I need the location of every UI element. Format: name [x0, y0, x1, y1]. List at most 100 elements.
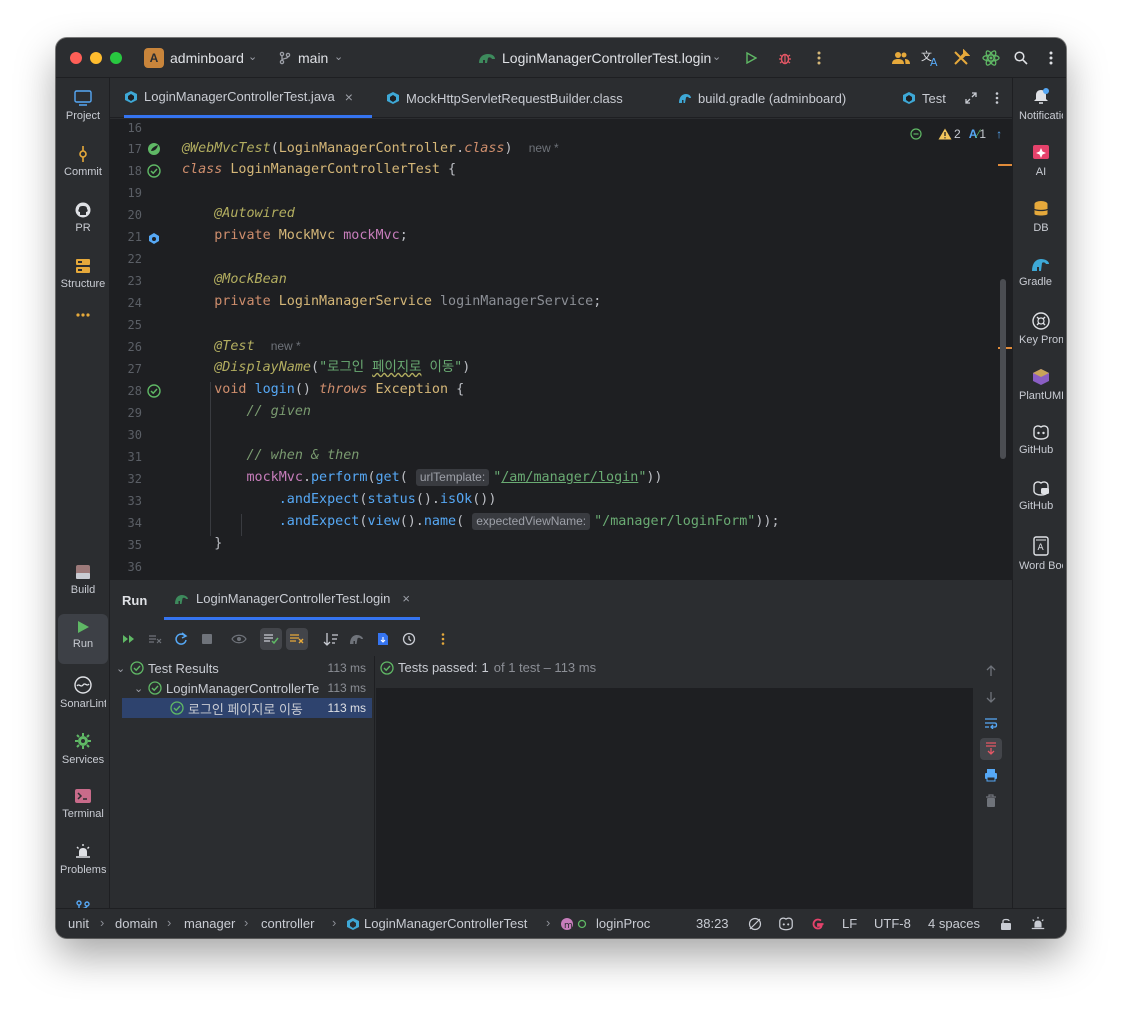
- run-config-selector[interactable]: LoginManagerControllerTest.login: [502, 50, 711, 66]
- sort-icon[interactable]: [320, 628, 342, 650]
- console-output[interactable]: [376, 688, 973, 909]
- test-passed-icon[interactable]: [147, 384, 161, 398]
- tab-mock-http-servlet-request-builder[interactable]: MockHttpServletRequestBuilder.class: [386, 78, 636, 118]
- tool-plantuml[interactable]: PlantUML: [1015, 362, 1066, 412]
- eye-icon[interactable]: [228, 628, 250, 650]
- atom-icon[interactable]: [980, 47, 1002, 69]
- tab-options-icon[interactable]: [986, 87, 1008, 109]
- show-passed-icon[interactable]: [260, 628, 282, 650]
- history-icon[interactable]: [398, 628, 420, 650]
- soft-wrap-icon[interactable]: [980, 712, 1002, 734]
- run-config-tab[interactable]: LoginManagerControllerTest.login ×: [164, 580, 420, 620]
- tool-pr[interactable]: PR: [58, 196, 108, 246]
- spring-bean-icon[interactable]: [147, 142, 161, 156]
- stop-icon[interactable]: [196, 628, 218, 650]
- project-badge[interactable]: A: [144, 48, 164, 68]
- tools-icon[interactable]: [950, 47, 972, 69]
- tool-build[interactable]: Build: [58, 558, 108, 608]
- tree-item-test-method[interactable]: 로그인 페이지로 이동 113 ms: [122, 698, 372, 718]
- line-number: 23: [127, 274, 142, 288]
- breadcrumb-method[interactable]: loginProc: [596, 916, 650, 931]
- tab-test[interactable]: Test: [902, 78, 946, 118]
- breadcrumb-controller[interactable]: controller: [261, 916, 314, 931]
- tool-problems[interactable]: Problems: [58, 838, 108, 888]
- up-arrow-icon[interactable]: [980, 660, 1002, 682]
- code-line-28: void login() throws Exception {: [214, 382, 465, 397]
- test-passed-icon[interactable]: [147, 164, 161, 178]
- prev-highlight-icon[interactable]: ↑: [996, 127, 1002, 141]
- tool-key-promoter[interactable]: Key Promoter: [1015, 306, 1066, 356]
- run-icon[interactable]: [740, 47, 762, 69]
- line-gutter: 16 17 18 19 20 21 22 23 24 25 26 27 28 2…: [110, 119, 180, 579]
- export-results-icon[interactable]: [372, 628, 394, 650]
- close-window-button[interactable]: [70, 52, 82, 64]
- tool-github-copilot-chat[interactable]: GitHub: [1015, 474, 1066, 524]
- chevron-down-icon: ⌄: [248, 51, 258, 63]
- inspection-widget[interactable]: 2 A⁄ 1 ↑ ↓: [910, 125, 1012, 143]
- tab-login-manager-controller-test[interactable]: LoginManagerControllerTest.java ×: [124, 78, 372, 118]
- tool-word-book[interactable]: A Word Book: [1015, 530, 1066, 590]
- rerun-icon[interactable]: [170, 628, 192, 650]
- tool-structure[interactable]: Structure: [58, 252, 108, 302]
- breadcrumb-class[interactable]: LoginManagerControllerTest: [364, 916, 527, 931]
- tool-terminal[interactable]: Terminal: [58, 782, 108, 832]
- tool-run[interactable]: Run: [58, 614, 108, 664]
- tree-item-test-class[interactable]: ⌄ LoginManagerControllerTe 113 ms: [110, 678, 372, 698]
- rerun-failed-icon[interactable]: [118, 628, 140, 650]
- minimize-window-button[interactable]: [90, 52, 102, 64]
- breadcrumb-manager[interactable]: manager: [184, 916, 235, 931]
- import-tests-icon[interactable]: [346, 628, 368, 650]
- chevron-down-icon[interactable]: ⌄: [116, 662, 130, 675]
- show-ignored-icon[interactable]: [286, 628, 308, 650]
- code-area[interactable]: @WebMvcTest(LoginManagerController.class…: [182, 119, 780, 551]
- encoding-selector[interactable]: UTF-8: [874, 916, 911, 931]
- translate-icon[interactable]: 文A: [920, 47, 942, 69]
- tool-github-copilot[interactable]: GitHub: [1015, 418, 1066, 468]
- print-icon[interactable]: [980, 764, 1002, 786]
- minus-circle-icon: [910, 128, 922, 140]
- debug-icon[interactable]: [774, 47, 796, 69]
- down-arrow-icon[interactable]: [980, 686, 1002, 708]
- caret-position[interactable]: 38:23: [696, 916, 729, 931]
- line-ending-selector[interactable]: LF: [842, 916, 857, 931]
- tool-more[interactable]: [58, 306, 108, 356]
- collaborate-icon[interactable]: [890, 47, 912, 69]
- tool-services[interactable]: Services: [58, 726, 108, 776]
- chevron-down-icon[interactable]: ⌄: [134, 682, 148, 695]
- breadcrumb-domain[interactable]: domain: [115, 916, 158, 931]
- expand-icon[interactable]: [960, 87, 982, 109]
- tool-db[interactable]: DB: [1015, 194, 1066, 244]
- line-number: 17: [127, 142, 142, 156]
- test-console[interactable]: Tests passed: 1 of 1 test – 113 ms: [376, 656, 976, 909]
- more-actions-icon[interactable]: [808, 47, 830, 69]
- tool-notifications[interactable]: Notifications: [1015, 82, 1066, 132]
- branch-selector[interactable]: main: [298, 50, 328, 66]
- tool-commit[interactable]: Commit: [58, 140, 108, 190]
- test-results-tree[interactable]: ⌄ Test Results 113 ms ⌄ LoginManagerCont…: [110, 656, 375, 909]
- tab-build-gradle[interactable]: build.gradle (adminboard): [678, 78, 872, 118]
- lock-icon: [1001, 918, 1011, 930]
- clear-failed-icon[interactable]: [144, 628, 166, 650]
- zoom-window-button[interactable]: [110, 52, 122, 64]
- indent-selector[interactable]: 4 spaces: [928, 916, 980, 931]
- tool-gradle[interactable]: Gradle: [1015, 250, 1066, 300]
- trash-icon[interactable]: [980, 790, 1002, 812]
- tool-sonarlint[interactable]: SonarLint: [58, 670, 108, 720]
- tree-item-test-results[interactable]: ⌄ Test Results 113 ms: [110, 658, 372, 678]
- more-options-icon[interactable]: [432, 628, 454, 650]
- word-book-icon: A: [1033, 536, 1049, 556]
- settings-menu-icon[interactable]: [1040, 47, 1062, 69]
- project-selector[interactable]: adminboard: [170, 50, 244, 66]
- editor-scrollbar[interactable]: [1000, 279, 1006, 459]
- tool-project[interactable]: Project: [58, 84, 108, 134]
- close-tab-icon[interactable]: ×: [345, 89, 353, 105]
- search-icon[interactable]: [1010, 47, 1032, 69]
- test-passed-icon: [380, 660, 394, 675]
- injected-bean-icon[interactable]: [147, 231, 161, 245]
- error-stripe-marker[interactable]: [998, 164, 1012, 166]
- scroll-to-end-icon[interactable]: [980, 738, 1002, 760]
- code-editor[interactable]: 16 17 18 19 20 21 22 23 24 25 26 27 28 2…: [110, 119, 1012, 579]
- close-run-tab-icon[interactable]: ×: [402, 591, 410, 606]
- breadcrumb-unit[interactable]: unit: [68, 916, 89, 931]
- tool-ai[interactable]: AI: [1015, 138, 1066, 188]
